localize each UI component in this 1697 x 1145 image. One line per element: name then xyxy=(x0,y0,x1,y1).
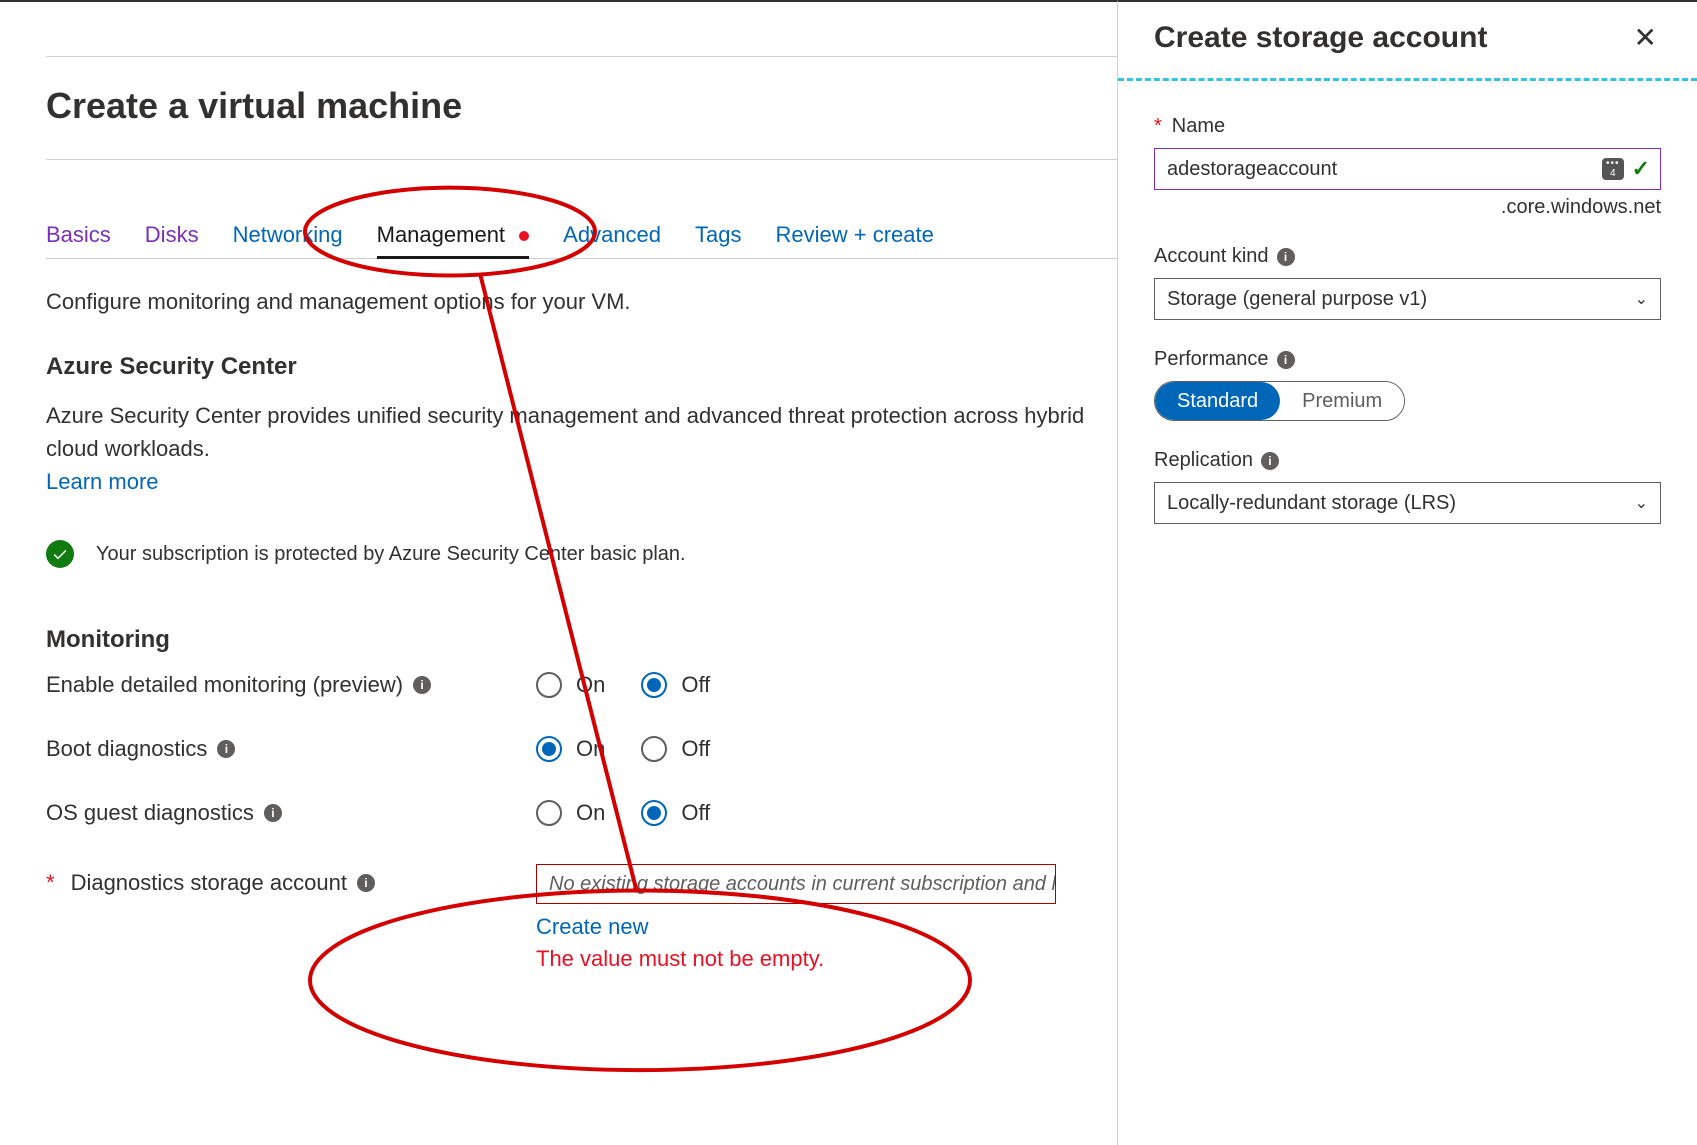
field-label: * Diagnostics storage account i xyxy=(46,864,536,896)
radio-group-detailed-monitoring: On Off xyxy=(536,672,732,698)
error-dot-icon xyxy=(519,231,529,241)
radio-off[interactable] xyxy=(641,736,667,762)
radio-label-on: On xyxy=(576,672,605,698)
storage-field-group: No existing storage accounts in current … xyxy=(536,864,1117,972)
page-title: Create a virtual machine xyxy=(46,85,1117,127)
radio-label-off: Off xyxy=(681,800,710,826)
row-os-guest-diagnostics: OS guest diagnostics i On Off xyxy=(46,800,1117,826)
account-kind-label: Account kind i xyxy=(1154,245,1661,268)
radio-label-on: On xyxy=(576,800,605,826)
performance-premium[interactable]: Premium xyxy=(1280,382,1404,420)
account-kind-select[interactable]: Storage (general purpose v1) ⌄ xyxy=(1154,278,1661,320)
annotation-overlay xyxy=(0,2,1117,1145)
tab-description: Configure monitoring and management opti… xyxy=(46,289,1117,315)
replication-label: Replication i xyxy=(1154,449,1661,472)
required-asterisk: * xyxy=(1154,115,1162,138)
checkmark-icon xyxy=(46,540,74,568)
divider xyxy=(46,56,1117,57)
valid-checkmark-icon: ✓ xyxy=(1632,156,1650,182)
panel-body: * Name •••4 ✓ .core.windows.net Account … xyxy=(1118,115,1697,552)
name-suffix: .core.windows.net xyxy=(1154,196,1661,219)
radio-group-os-guest-diagnostics: On Off xyxy=(536,800,732,826)
info-icon[interactable]: i xyxy=(1261,452,1279,470)
panel-header: Create storage account ✕ xyxy=(1118,2,1697,78)
divider xyxy=(46,159,1117,160)
security-status-row: Your subscription is protected by Azure … xyxy=(46,540,1117,568)
performance-label: Performance i xyxy=(1154,348,1661,371)
performance-toggle: Standard Premium xyxy=(1154,381,1405,421)
label-text: OS guest diagnostics xyxy=(46,800,254,826)
info-icon[interactable]: i xyxy=(357,874,375,892)
main-content: Create a virtual machine Basics Disks Ne… xyxy=(0,0,1117,1145)
performance-standard[interactable]: Standard xyxy=(1155,382,1280,420)
radio-group-boot-diagnostics: On Off xyxy=(536,736,732,762)
create-new-link[interactable]: Create new xyxy=(536,914,1117,940)
validation-error-text: The value must not be empty. xyxy=(536,946,1117,972)
row-boot-diagnostics: Boot diagnostics i On Off xyxy=(46,736,1117,762)
chevron-down-icon: ⌄ xyxy=(1635,289,1648,309)
tab-bar: Basics Disks Networking Management Advan… xyxy=(46,222,1117,259)
tab-tags[interactable]: Tags xyxy=(695,222,741,259)
name-label: * Name xyxy=(1154,115,1655,138)
label-text: Diagnostics storage account xyxy=(71,870,347,896)
form-fill-icon[interactable]: •••4 xyxy=(1602,158,1624,180)
section-heading-security: Azure Security Center xyxy=(46,353,1117,381)
label-text: Account kind xyxy=(1154,245,1269,268)
radio-off[interactable] xyxy=(641,800,667,826)
section-heading-monitoring: Monitoring xyxy=(46,626,1117,654)
panel-title: Create storage account xyxy=(1154,21,1487,55)
replication-select[interactable]: Locally-redundant storage (LRS) ⌄ xyxy=(1154,482,1661,524)
radio-on[interactable] xyxy=(536,736,562,762)
info-icon[interactable]: i xyxy=(264,804,282,822)
name-input[interactable] xyxy=(1167,158,1602,181)
label-text: Replication xyxy=(1154,449,1253,472)
field-label: OS guest diagnostics i xyxy=(46,800,536,826)
tab-advanced[interactable]: Advanced xyxy=(563,222,661,259)
learn-more-link[interactable]: Learn more xyxy=(46,469,159,494)
radio-off[interactable] xyxy=(641,672,667,698)
radio-label-off: Off xyxy=(681,672,710,698)
name-input-wrap: •••4 ✓ xyxy=(1154,148,1661,190)
info-icon[interactable]: i xyxy=(1277,351,1295,369)
info-icon[interactable]: i xyxy=(217,740,235,758)
diagnostics-storage-account-select[interactable]: No existing storage accounts in current … xyxy=(536,864,1056,904)
security-text-body: Azure Security Center provides unified s… xyxy=(46,403,1084,461)
label-text: Enable detailed monitoring (preview) xyxy=(46,672,403,698)
chevron-down-icon: ⌄ xyxy=(1635,493,1648,513)
label-text: Performance xyxy=(1154,348,1269,371)
tab-management[interactable]: Management xyxy=(377,222,530,259)
close-icon[interactable]: ✕ xyxy=(1630,20,1661,56)
dashed-divider xyxy=(1118,78,1697,81)
label-text: Boot diagnostics xyxy=(46,736,207,762)
info-icon[interactable]: i xyxy=(413,676,431,694)
field-label: Boot diagnostics i xyxy=(46,736,536,762)
tab-basics[interactable]: Basics xyxy=(46,222,111,259)
row-detailed-monitoring: Enable detailed monitoring (preview) i O… xyxy=(46,672,1117,698)
required-asterisk: * xyxy=(46,870,55,896)
create-storage-account-panel: Create storage account ✕ * Name •••4 ✓ .… xyxy=(1117,0,1697,1145)
info-icon[interactable]: i xyxy=(1277,248,1295,266)
radio-label-off: Off xyxy=(681,736,710,762)
radio-on[interactable] xyxy=(536,800,562,826)
tab-label: Management xyxy=(377,222,505,247)
field-label: Enable detailed monitoring (preview) i xyxy=(46,672,536,698)
select-value: Storage (general purpose v1) xyxy=(1167,288,1427,311)
label-text: Name xyxy=(1172,115,1225,138)
security-text: Azure Security Center provides unified s… xyxy=(46,399,1117,498)
tab-disks[interactable]: Disks xyxy=(145,222,199,259)
row-diagnostics-storage-account: * Diagnostics storage account i No exist… xyxy=(46,864,1117,972)
tab-review-create[interactable]: Review + create xyxy=(776,222,934,259)
radio-label-on: On xyxy=(576,736,605,762)
security-status-text: Your subscription is protected by Azure … xyxy=(96,543,686,566)
tab-networking[interactable]: Networking xyxy=(233,222,343,259)
select-value: Locally-redundant storage (LRS) xyxy=(1167,492,1456,515)
radio-on[interactable] xyxy=(536,672,562,698)
placeholder-text: No existing storage accounts in current … xyxy=(549,873,1056,896)
